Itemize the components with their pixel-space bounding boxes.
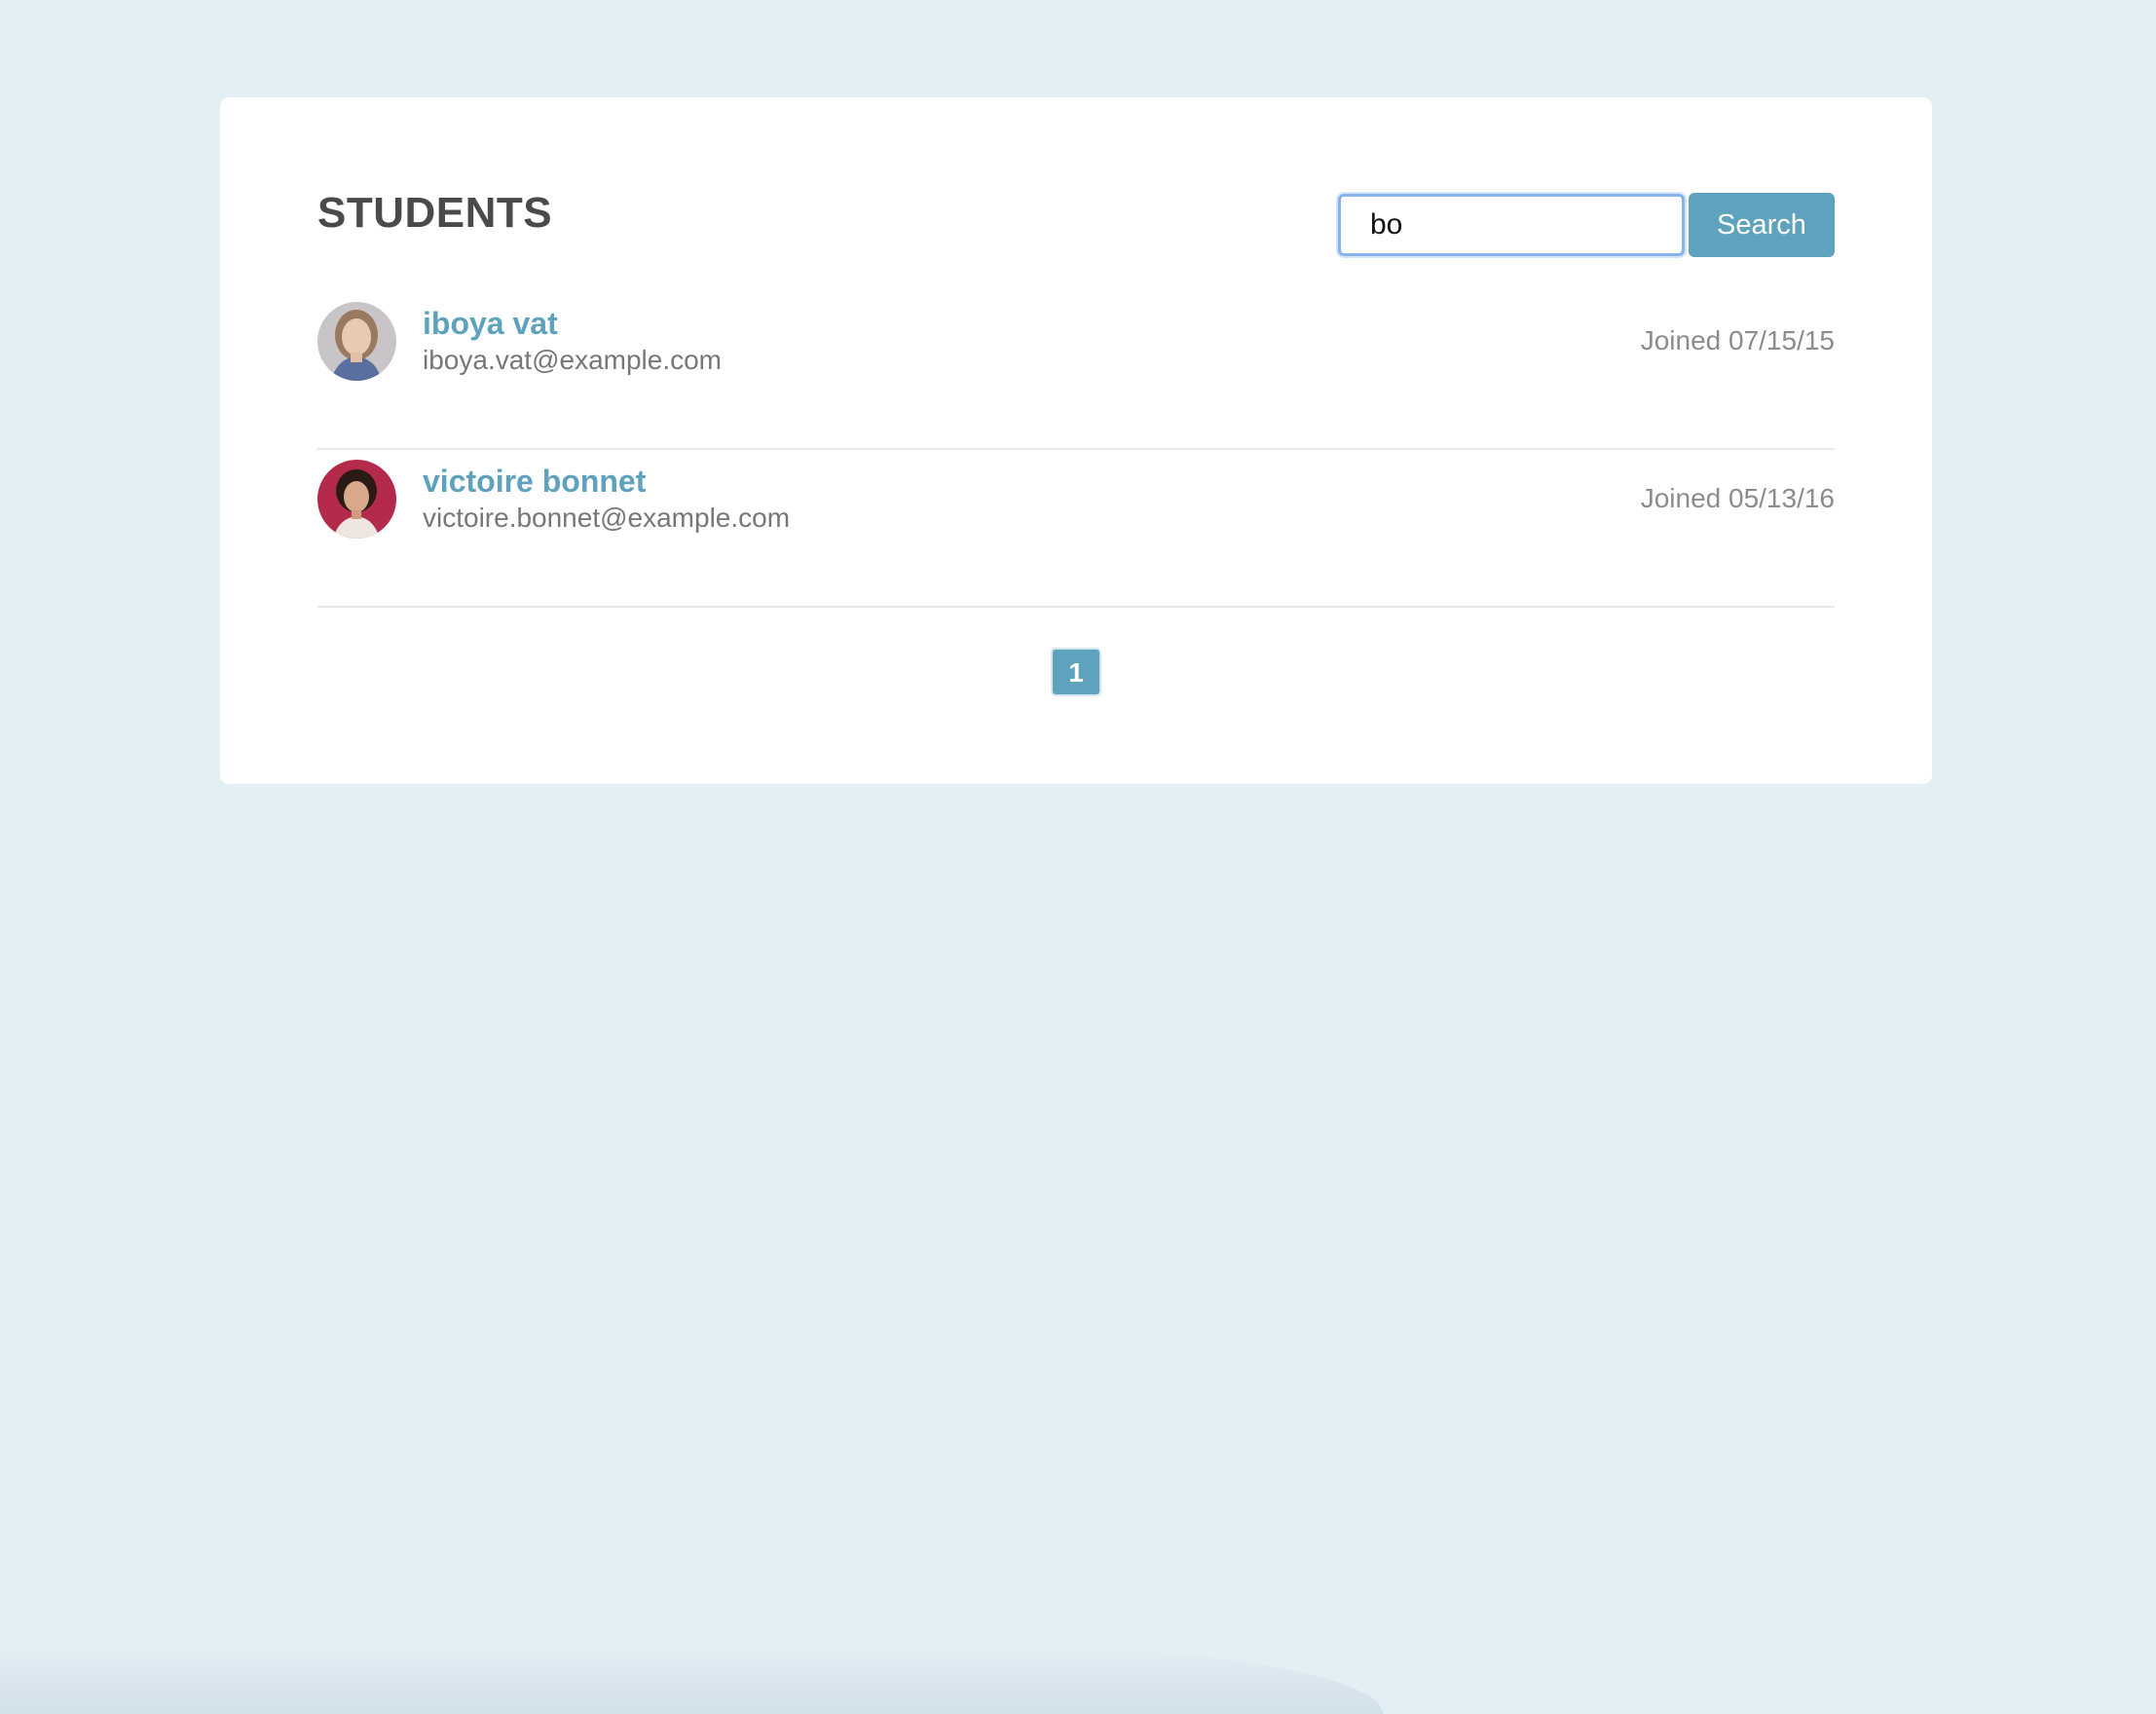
student-list: iboya vat iboya.vat@example.com Joined 0…: [317, 292, 1835, 608]
student-info: iboya vat iboya.vat@example.com: [423, 304, 722, 378]
student-row: victoire bonnet victoire.bonnet@example.…: [317, 450, 1835, 608]
student-info: victoire bonnet victoire.bonnet@example.…: [423, 462, 790, 536]
card-header: STUDENTS Search: [317, 183, 1835, 261]
pagination: 1: [220, 648, 1932, 696]
student-email: victoire.bonnet@example.com: [423, 503, 791, 533]
joined-date: Joined 07/15/15: [1640, 325, 1835, 355]
student-name-link[interactable]: iboya vat: [423, 304, 722, 343]
student-email: iboya.vat@example.com: [423, 345, 723, 375]
woman-portrait-avatar-icon: [317, 460, 396, 539]
student-avatar[interactable]: [317, 460, 396, 539]
search-form: Search: [1338, 193, 1835, 257]
search-input[interactable]: [1338, 194, 1685, 256]
page-title: STUDENTS: [317, 189, 553, 237]
students-card: STUDENTS Search iboya vat iboya.vat@exam…: [220, 97, 1932, 784]
student-row: iboya vat iboya.vat@example.com Joined 0…: [317, 292, 1835, 450]
bottom-shadow: [0, 1646, 1383, 1714]
student-avatar[interactable]: [317, 302, 396, 381]
woman-portrait-avatar-icon: [317, 302, 396, 381]
joined-date: Joined 05/13/16: [1640, 483, 1835, 513]
search-button[interactable]: Search: [1689, 193, 1835, 257]
page-1-button[interactable]: 1: [1051, 648, 1101, 696]
student-name-link[interactable]: victoire bonnet: [423, 462, 790, 501]
